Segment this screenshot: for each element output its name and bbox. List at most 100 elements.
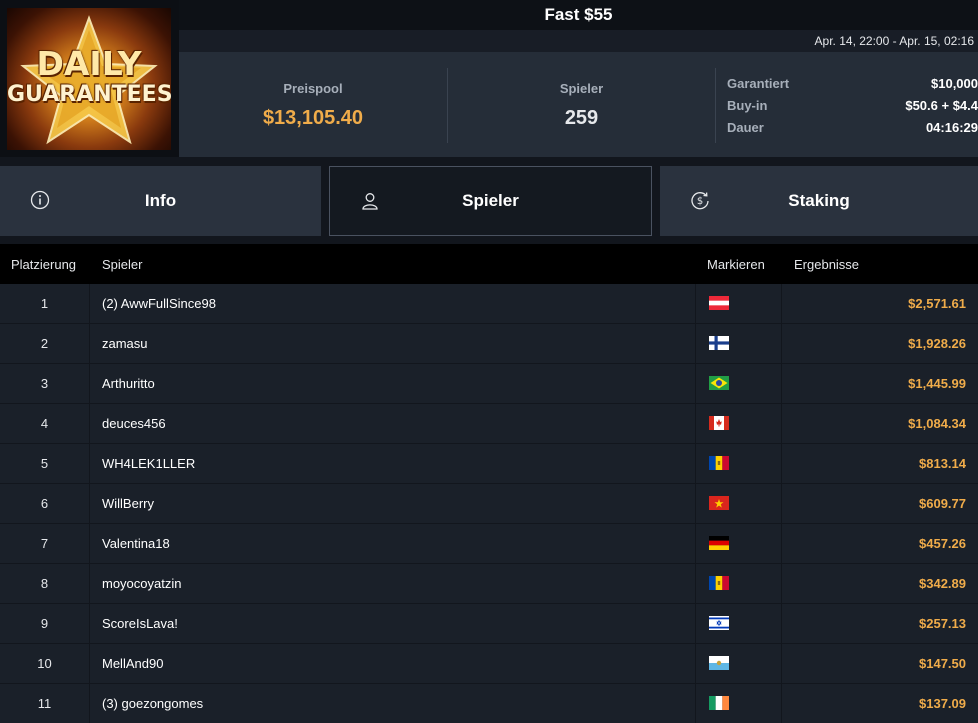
prize-pool-value: $13,105.40 xyxy=(262,107,364,129)
moldova-flag-icon xyxy=(709,456,729,470)
rank-cell: 4 xyxy=(0,404,90,443)
result-value: $342.89 xyxy=(919,576,966,591)
result-value: $257.13 xyxy=(919,616,966,631)
san-marino-flag-icon xyxy=(709,656,729,670)
table-row[interactable]: 11 (3) goezongomes $137.09 xyxy=(0,684,978,723)
rank-cell: 6 xyxy=(0,484,90,523)
flag-cell xyxy=(695,644,782,683)
rank-cell: 11 xyxy=(0,684,90,723)
rank-cell: 1 xyxy=(0,284,90,323)
finland-flag-icon xyxy=(709,336,729,350)
detail-key: Garantiert xyxy=(727,76,790,91)
table-row[interactable]: 2 zamasu $1,928.26 xyxy=(0,324,978,364)
canada-flag-icon xyxy=(709,416,729,430)
rank-cell: 3 xyxy=(0,364,90,403)
vietnam-flag-icon xyxy=(709,496,729,510)
logo-text-daily: DAILY xyxy=(36,44,142,83)
tab-staking-label: Staking xyxy=(788,191,850,210)
user-icon xyxy=(362,193,378,210)
detail-row-buyin: Buy-in $50.6 + $4.4 xyxy=(727,98,978,120)
tournament-details: Garantiert $10,000 Buy-in $50.6 + $4.4 D… xyxy=(715,68,978,143)
ireland-flag-icon xyxy=(709,696,729,710)
table-row[interactable]: 8 moyocoyatzin $342.89 xyxy=(0,564,978,604)
result-value: $1,084.34 xyxy=(908,416,966,431)
player-name[interactable]: (2) AwwFullSince98 xyxy=(102,284,216,323)
table-row[interactable]: 5 WH4LEK1LLER $813.14 xyxy=(0,444,978,484)
rank-cell: 2 xyxy=(0,324,90,363)
result-value: $137.09 xyxy=(919,696,966,711)
players-label: Spieler xyxy=(559,81,604,96)
header-rank[interactable]: Platzierung xyxy=(11,257,76,272)
rank-cell: 5 xyxy=(0,444,90,483)
player-name[interactable]: (3) goezongomes xyxy=(102,684,203,723)
header-result[interactable]: Ergebnisse xyxy=(794,257,859,272)
flag-cell xyxy=(695,324,782,363)
tab-players[interactable]: Spieler xyxy=(329,166,652,236)
table-row[interactable]: 10 MellAnd90 $147.50 xyxy=(0,644,978,684)
result-value: $813.14 xyxy=(919,456,966,471)
rank-cell: 9 xyxy=(0,604,90,643)
flag-cell xyxy=(695,404,782,443)
tab-info[interactable]: Info xyxy=(0,166,321,236)
prize-pool-stat: Preispool $13,105.40 xyxy=(179,68,447,143)
player-name[interactable]: Valentina18 xyxy=(102,524,170,563)
table-row[interactable]: 7 Valentina18 $457.26 xyxy=(0,524,978,564)
result-value: $457.26 xyxy=(919,536,966,551)
flag-cell xyxy=(695,364,782,403)
tournament-date-range: Apr. 14, 22:00 - Apr. 15, 02:16 xyxy=(179,30,978,52)
result-value: $147.50 xyxy=(919,656,966,671)
flag-cell xyxy=(695,524,782,563)
player-name[interactable]: WH4LEK1LLER xyxy=(102,444,195,483)
detail-value: 04:16:29 xyxy=(925,120,978,135)
stats-panel: Preispool $13,105.40 Spieler 259 Garanti… xyxy=(179,52,978,157)
results-table-header: Platzierung Spieler Markieren Ergebnisse xyxy=(0,244,978,284)
table-row[interactable]: 1 (2) AwwFullSince98 $2,571.61 xyxy=(0,284,978,324)
detail-key: Buy-in xyxy=(727,98,768,113)
table-row[interactable]: 4 deuces456 $1,084.34 xyxy=(0,404,978,444)
player-name[interactable]: zamasu xyxy=(102,324,148,363)
player-name[interactable]: deuces456 xyxy=(102,404,166,443)
detail-row-guaranteed: Garantiert $10,000 xyxy=(727,76,978,98)
info-icon xyxy=(30,190,50,210)
brazil-flag-icon xyxy=(709,376,729,390)
rank-cell: 10 xyxy=(0,644,90,683)
player-name[interactable]: Arthuritto xyxy=(102,364,155,403)
dollar-cycle-icon: $ xyxy=(691,192,709,210)
austria-flag-icon xyxy=(709,296,729,310)
flag-cell xyxy=(695,684,782,723)
tab-bar: Info Spieler $ Staking xyxy=(0,157,978,244)
flag-cell xyxy=(695,604,782,643)
result-value: $1,445.99 xyxy=(908,376,966,391)
table-row[interactable]: 6 WillBerry $609.77 xyxy=(0,484,978,524)
rank-cell: 8 xyxy=(0,564,90,603)
flag-cell xyxy=(695,564,782,603)
daily-guarantees-logo-image: DAILY GUARANTEES xyxy=(7,8,171,150)
logo-text-guarantees: GUARANTEES xyxy=(7,82,171,107)
tab-staking[interactable]: $ Staking xyxy=(660,166,978,236)
result-value: $2,571.61 xyxy=(908,296,966,311)
player-name[interactable]: ScoreIsLava! xyxy=(102,604,178,643)
tab-players-label: Spieler xyxy=(462,191,519,210)
detail-value: $50.6 + $4.4 xyxy=(905,98,978,113)
moldova-flag-icon xyxy=(709,576,729,590)
rank-cell: 7 xyxy=(0,524,90,563)
table-row[interactable]: 9 ScoreIsLava! $257.13 xyxy=(0,604,978,644)
germany-flag-icon xyxy=(709,536,729,550)
player-name[interactable]: MellAnd90 xyxy=(102,644,163,683)
header-player[interactable]: Spieler xyxy=(102,257,142,272)
svg-text:$: $ xyxy=(697,196,703,207)
tab-info-label: Info xyxy=(144,191,177,210)
detail-row-duration: Dauer 04:16:29 xyxy=(727,120,978,142)
tournament-title: Fast $55 xyxy=(179,0,978,30)
flag-cell xyxy=(695,484,782,523)
header-flag[interactable]: Markieren xyxy=(707,257,765,272)
flag-cell xyxy=(695,444,782,483)
table-row[interactable]: 3 Arthuritto $1,445.99 xyxy=(0,364,978,404)
player-name[interactable]: moyocoyatzin xyxy=(102,564,181,603)
players-stat: Spieler 259 xyxy=(447,68,715,143)
players-value: 259 xyxy=(564,107,599,129)
results-table-body: 1 (2) AwwFullSince98 $2,571.61 2 zamasu $1,92… xyxy=(0,284,978,723)
flag-cell xyxy=(695,284,782,323)
player-name[interactable]: WillBerry xyxy=(102,484,154,523)
tournament-logo: DAILY GUARANTEES xyxy=(0,0,179,157)
